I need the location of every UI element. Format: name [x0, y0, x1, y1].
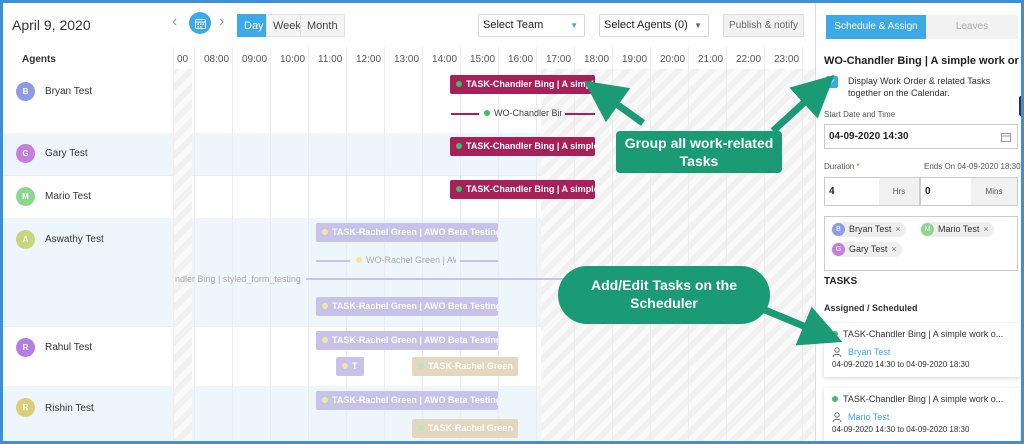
callout-group-tasks: Group all work-related Tasks: [616, 131, 782, 173]
arrow-to-task-bar: [583, 80, 646, 126]
scheduler-app: April 9, 2020 ‹ › Day Week Month Select …: [0, 0, 1024, 444]
annotation-arrows: [583, 74, 843, 346]
callout-add-edit-tasks: Add/Edit Tasks on the Scheduler: [558, 266, 770, 324]
arrow-to-checkbox: [770, 74, 835, 134]
